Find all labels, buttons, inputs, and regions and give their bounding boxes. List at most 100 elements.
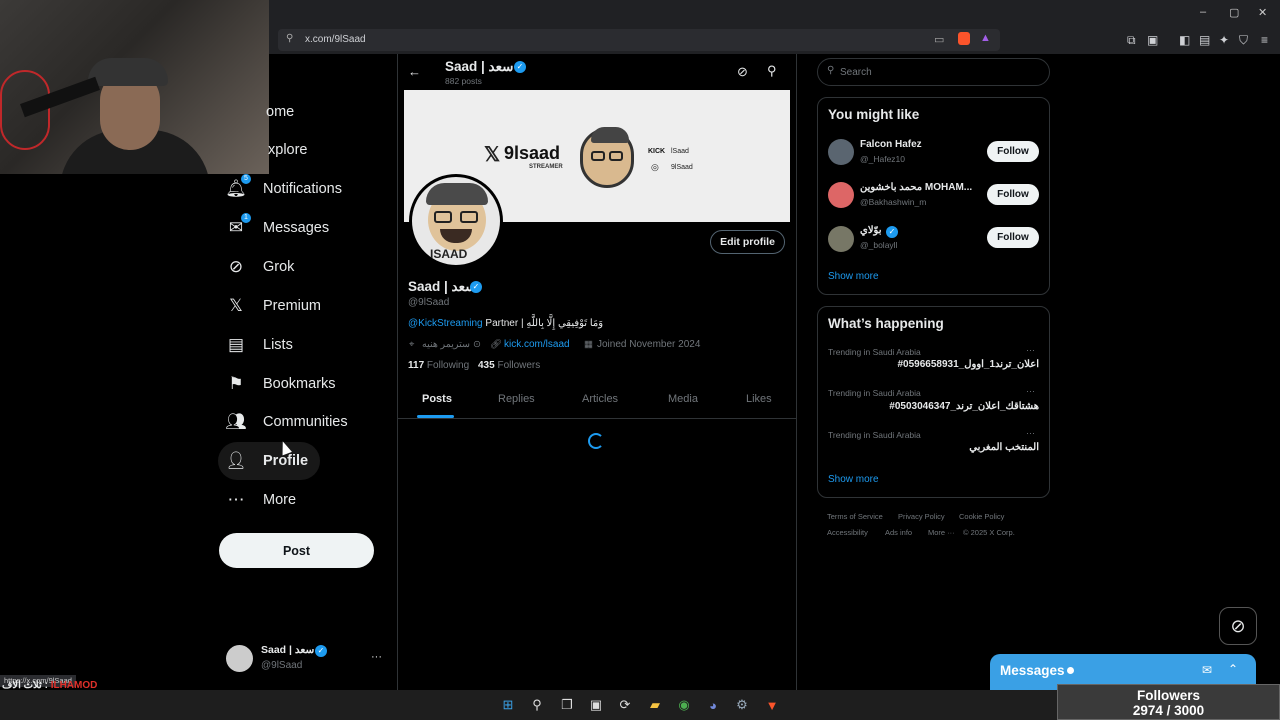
windows-start-icon[interactable]: ⊞	[499, 696, 517, 714]
profile-avatar[interactable]: ISAAD	[409, 174, 503, 268]
nav-premium[interactable]: 𝕏 Premium	[218, 287, 333, 325]
tab-likes[interactable]: Likes	[746, 393, 772, 405]
you-might-like-card: You might like Falcon Hafez @_Hafez10 Fo…	[817, 97, 1050, 295]
followers-goal-label: Followers	[1136, 688, 1200, 703]
footer-more-link[interactable]: More ···	[928, 528, 955, 537]
calendar-icon: ▦	[584, 339, 593, 350]
communities-icon: 👥︎	[225, 412, 247, 431]
show-more-link[interactable]: Show more	[828, 271, 879, 282]
profile-website-link[interactable]: kick.com/lsaad	[504, 339, 570, 350]
search-icon: ⚲	[827, 65, 835, 76]
nav-notifications[interactable]: 🔔︎ 5 Notifications	[218, 170, 354, 208]
back-arrow-icon[interactable]: ←	[408, 64, 421, 79]
footer-cookie-link[interactable]: Cookie Policy	[959, 512, 1004, 521]
grok-icon[interactable]: ⊘	[737, 64, 748, 80]
nav-more[interactable]: ⋯ More	[218, 481, 308, 519]
suggestion-avatar[interactable]	[828, 226, 854, 252]
footer-accessibility-link[interactable]: Accessibility	[827, 528, 868, 537]
maximize-button[interactable]: ▢	[1229, 6, 1239, 19]
brave-shields-icon[interactable]	[958, 32, 970, 45]
footer-terms-link[interactable]: Terms of Service	[827, 512, 883, 521]
suggestion-name[interactable]: Falcon Hafez	[860, 139, 922, 150]
browser-menu-icon[interactable]: ≡	[1261, 33, 1268, 47]
nav-profile[interactable]: 👤︎ Profile	[218, 442, 321, 480]
show-more-link[interactable]: Show more	[828, 474, 879, 485]
post-button[interactable]: Post	[219, 533, 374, 568]
suggestion-avatar[interactable]	[828, 139, 854, 165]
vpn-icon[interactable]: ⛉	[1239, 33, 1248, 48]
trend-more-icon[interactable]: ···	[1026, 345, 1035, 355]
discord-icon[interactable]: ◕	[704, 696, 722, 714]
nav-communities[interactable]: 👥︎ Communities	[218, 403, 360, 441]
brave-rewards-icon[interactable]: ▲	[980, 32, 991, 44]
store-icon[interactable]: ▣	[587, 696, 605, 714]
leo-ai-icon[interactable]: ✦	[1219, 33, 1229, 47]
nav-notifications-label: Notifications	[263, 181, 342, 197]
taskbar-search-icon[interactable]: ⚲	[528, 696, 546, 714]
messages-badge: 1	[241, 213, 251, 223]
trend-topic[interactable]: المنتخب المغربي	[969, 442, 1039, 453]
verified-badge-icon: ✓	[514, 61, 526, 73]
wallet-icon[interactable]: ▣	[1147, 33, 1158, 47]
site-info-icon[interactable]: ⚲	[286, 33, 293, 44]
file-explorer-icon[interactable]: ▰	[646, 696, 664, 714]
suggestion-avatar[interactable]	[828, 182, 854, 208]
sidebar-toggle-icon[interactable]: ◧	[1179, 33, 1190, 47]
follow-button[interactable]: Follow	[987, 141, 1039, 162]
nav-explore[interactable]: xplore	[218, 131, 320, 169]
tabs-divider	[398, 418, 796, 419]
trend-more-icon[interactable]: ···	[1026, 428, 1035, 438]
expand-icon[interactable]: ⌃	[1228, 662, 1238, 676]
tab-posts[interactable]: Posts	[422, 393, 452, 405]
footer-ads-link[interactable]: Ads info	[885, 528, 912, 537]
trend-topic[interactable]: #هشتاقك_اعلان_ترند_0503046347	[889, 401, 1039, 412]
banner-kick-user: lSaad	[671, 148, 689, 155]
nav-bookmarks[interactable]: ⚑ Bookmarks	[218, 365, 348, 403]
profile-bio: @KickStreaming Partner | وَمَا تَوْفِيقِ…	[408, 318, 603, 329]
search-icon[interactable]: ⚲	[767, 63, 777, 79]
nav-home-label: ome	[266, 104, 295, 120]
account-name: Saad | سعد	[261, 644, 315, 656]
account-switcher[interactable]: Saad | سعد ✓ @9lSaad ···	[226, 643, 390, 675]
brave-taskbar-icon[interactable]: ▼	[763, 696, 781, 714]
search-input[interactable]: ⚲ Search	[817, 58, 1050, 86]
followers-link[interactable]: 435 Followers	[478, 360, 540, 371]
grok-float-button[interactable]: ⊘	[1219, 607, 1257, 645]
suggestion-handle: @_bolayll	[860, 240, 898, 250]
follow-button[interactable]: Follow	[987, 227, 1039, 248]
steam-icon[interactable]: ⚙	[733, 696, 751, 714]
nav-lists[interactable]: ▤ Lists	[218, 326, 305, 364]
minimize-button[interactable]: –	[1200, 6, 1206, 18]
suggestion-name[interactable]: بوّلاي	[860, 225, 881, 236]
wallet-extension-icon[interactable]: ▤	[1199, 33, 1210, 47]
tab-articles[interactable]: Articles	[582, 393, 618, 405]
nav-home[interactable]: ome	[218, 93, 306, 131]
whats-happening-title: What’s happening	[828, 316, 944, 331]
follow-button[interactable]: Follow	[987, 184, 1039, 205]
trend-more-icon[interactable]: ···	[1026, 386, 1035, 396]
tab-media[interactable]: Media	[668, 393, 698, 405]
account-more-icon[interactable]: ···	[371, 651, 382, 663]
nav-messages[interactable]: ✉ 1 Messages	[218, 209, 341, 247]
verified-badge-icon: ✓	[886, 226, 898, 238]
tab-replies[interactable]: Replies	[498, 393, 535, 405]
extensions-icon[interactable]: ⧉	[1127, 33, 1136, 48]
footer-privacy-link[interactable]: Privacy Policy	[898, 512, 945, 521]
address-bar[interactable]: ⚲ x.com/9lSaad ▭ ▲	[278, 29, 1000, 51]
close-window-button[interactable]: ✕	[1258, 6, 1267, 19]
suggestion-name[interactable]: محمد باخشوين MOHAM...	[860, 182, 972, 193]
trend-topic[interactable]: #اعلان_ترند1_اوول_0596658931	[897, 359, 1039, 370]
task-view-icon[interactable]: ❐	[558, 696, 576, 714]
following-link[interactable]: 117 Following	[408, 360, 469, 371]
reader-mode-icon[interactable]: ▭	[934, 33, 944, 46]
new-message-icon[interactable]: ✉	[1202, 663, 1212, 677]
edit-profile-button[interactable]: Edit profile	[710, 230, 785, 254]
banner-instagram-icon: ◎	[651, 162, 659, 172]
bio-mention-link[interactable]: @KickStreaming	[408, 318, 483, 329]
app-icon[interactable]: ⟳	[616, 696, 634, 714]
link-icon: 🔗︎	[490, 339, 503, 350]
chrome-icon[interactable]: ◉	[675, 696, 693, 714]
nav-grok[interactable]: ⊘ Grok	[218, 248, 306, 286]
x-logo-icon: 𝕏	[229, 296, 243, 315]
following-label: Following	[426, 360, 470, 371]
